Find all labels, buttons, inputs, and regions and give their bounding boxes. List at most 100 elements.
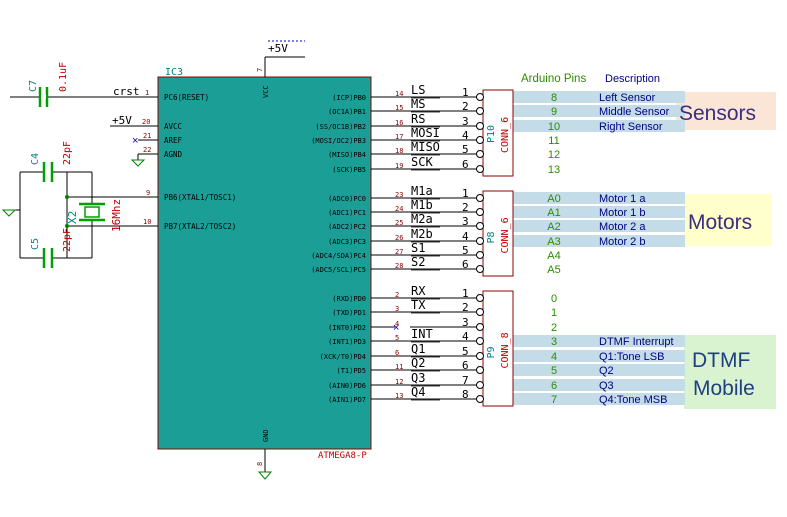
- x2-ref: X2: [66, 211, 79, 224]
- connector-pin-icon: [476, 165, 484, 173]
- connector-pin-icon: [476, 352, 484, 360]
- connector-pin-icon: [476, 323, 484, 331]
- net-label: M2a: [411, 212, 433, 226]
- connector-type: CONN_6: [500, 117, 511, 153]
- pin-description: Motor 1 a: [599, 193, 646, 205]
- connector-pin-icon: [476, 194, 484, 202]
- arduino-pin: 11: [548, 135, 559, 147]
- pin-description: Motor 2 b: [599, 236, 645, 248]
- connector-pin-icon: [476, 208, 484, 216]
- aref-no-connect-icon: ×: [132, 135, 138, 147]
- chip-pin-name: (INT1)PD3: [328, 338, 366, 346]
- connectors: 123456P10 CONN_6123456P8 CONN_612345678P9 C…: [462, 86, 514, 407]
- avcc-pin-name: AVCC: [164, 122, 182, 131]
- net-label: M1b: [411, 198, 433, 212]
- arduino-pin: A4: [547, 250, 560, 262]
- arduino-pin: 2: [551, 322, 557, 334]
- ic3-ref: IC3: [165, 67, 183, 78]
- net-label: Q1: [411, 342, 425, 356]
- chip-pin-name: (AIN0)PD6: [328, 382, 366, 390]
- arduino-pin: A0: [547, 193, 560, 205]
- no-connect-icon: ×: [393, 322, 399, 334]
- net-label: Q2: [411, 356, 425, 370]
- dtmf-title: DTMF: [692, 349, 750, 372]
- chip-pin-name: (INT0)PD2: [328, 324, 366, 332]
- c7-value: 0.1uF: [58, 62, 69, 92]
- connector-ref: P8: [486, 231, 497, 243]
- xtal1-pin-name: PB6(XTAL1/TOSC1): [164, 193, 236, 202]
- net-label: Q4: [411, 385, 425, 399]
- connector-pin-icon: [476, 251, 484, 259]
- chip-pin-name: (T1)PD5: [336, 367, 366, 375]
- chip-pin-name: (ICP)PB0: [332, 94, 366, 102]
- arduino-pin: A2: [547, 221, 560, 233]
- c7-ref: C7: [28, 80, 39, 92]
- arduino-pin: 7: [551, 394, 557, 406]
- pin-description: Q3: [599, 380, 614, 392]
- schematic-canvas: IC3 ATMEGA8-P VCC GND +5V 7 8 1 PC6(RESE…: [0, 0, 787, 517]
- vcc-pin-number: 7: [256, 68, 264, 72]
- chip-pin-name: (MOSI/OC2)PB3: [311, 137, 366, 145]
- net-label: MS: [411, 97, 425, 111]
- agnd-pin-name: AGND: [164, 150, 183, 159]
- net-label: S2: [411, 255, 425, 269]
- connector-pin-number: 6: [462, 258, 469, 271]
- pin-description: Motor 2 a: [599, 221, 646, 233]
- connector-ref: P9: [486, 346, 497, 358]
- chip-pin-name: (ADC3)PC3: [328, 238, 366, 246]
- net-label: M1a: [411, 184, 433, 198]
- aref-pin-name: AREF: [164, 136, 183, 145]
- pin-description: DTMF Interrupt: [599, 336, 674, 348]
- gnd-pin-number: 8: [256, 462, 264, 466]
- connector-pin-number: 2: [462, 201, 469, 214]
- net-label: SCK: [411, 155, 433, 169]
- c7-capacitor: C7 0.1uF: [28, 62, 69, 107]
- arduino-pins-header: Arduino Pins: [521, 73, 586, 85]
- connector-pin-number: 6: [462, 158, 469, 171]
- arduino-pin: 8: [551, 92, 557, 104]
- agnd-pin-number: 22: [143, 146, 151, 154]
- connector-pin-number: 4: [462, 230, 469, 243]
- gnd-pin-name: GND: [262, 429, 270, 442]
- pin-description: Q2: [599, 365, 614, 377]
- connector-pin-number: 5: [462, 143, 469, 156]
- vcc-pin-name: VCC: [262, 85, 270, 98]
- net-label: INT: [411, 327, 433, 341]
- agnd-ground-icon: [130, 159, 146, 167]
- chip-pin-name: (ADC0)PC0: [328, 195, 366, 203]
- ic3-body: [157, 76, 372, 450]
- sensors-title: Sensors: [679, 102, 756, 125]
- schematic-diagram: IC3 ATMEGA8-P VCC GND +5V 7 8 1 PC6(RESE…: [1, 40, 776, 480]
- chip-pin-name: (OC1A)PB1: [328, 108, 366, 116]
- connector-pin-icon: [476, 294, 484, 302]
- net-label: TX: [411, 298, 426, 312]
- crystal-ground-icon: [1, 209, 17, 217]
- pin-description: Right Sensor: [599, 121, 663, 133]
- reset-net-label: crst: [113, 85, 140, 98]
- pin-description: Q1:Tone LSB: [599, 351, 664, 363]
- xtal1-pin-number: 9: [146, 189, 150, 197]
- connector-pin-number: 1: [462, 86, 469, 99]
- description-header: Description: [605, 73, 660, 85]
- net-label: M2b: [411, 227, 433, 241]
- c4-value: 22pF: [62, 141, 73, 165]
- connector-pin-number: 7: [462, 374, 469, 387]
- chip-pin-name: (SS/OC1B)PB2: [315, 123, 366, 131]
- connector-pin-icon: [476, 222, 484, 230]
- connector-pin-number: 6: [462, 359, 469, 372]
- chip-pin-name: (ADC5/SCL)PC5: [311, 266, 366, 274]
- arduino-pin: A5: [547, 264, 560, 276]
- chip-pin-name: (SCK)PB5: [332, 166, 366, 174]
- pin-description: Middle Sensor: [599, 106, 670, 118]
- connector-pin-number: 2: [462, 100, 469, 113]
- connector-pin-number: 5: [462, 244, 469, 257]
- connector-pin-number: 2: [462, 301, 469, 314]
- arduino-pin: 0: [551, 293, 557, 305]
- connector-pin-icon: [476, 136, 484, 144]
- arduino-pin: 4: [551, 351, 557, 363]
- arduino-pin: 5: [551, 365, 557, 377]
- connector-pin-icon: [476, 93, 484, 101]
- chip-pin-name: (RXD)PD0: [332, 295, 366, 303]
- chip-pin-name: (AIN1)PD7: [328, 396, 366, 404]
- xtal2-pin-number: 10: [143, 218, 151, 226]
